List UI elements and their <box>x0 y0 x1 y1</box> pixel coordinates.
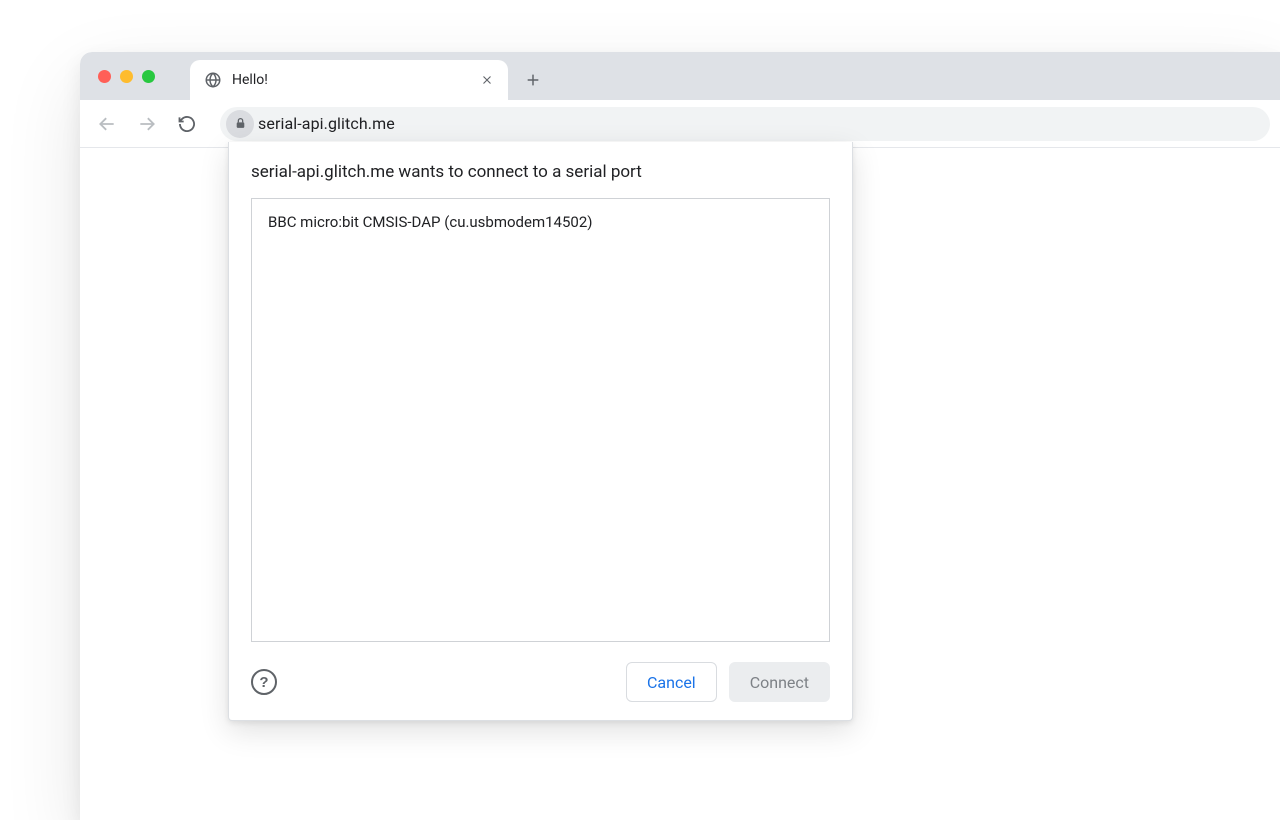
nav-back-button[interactable] <box>90 107 124 141</box>
address-bar-url: serial-api.glitch.me <box>258 114 395 133</box>
close-icon <box>481 74 493 86</box>
serial-port-chooser-dialog: serial-api.glitch.me wants to connect to… <box>228 142 853 721</box>
window-controls <box>98 70 155 83</box>
address-bar[interactable]: serial-api.glitch.me <box>220 107 1270 141</box>
plus-icon <box>525 72 541 88</box>
tab-title: Hello! <box>232 72 478 88</box>
serial-port-list[interactable]: BBC micro:bit CMSIS-DAP (cu.usbmodem1450… <box>251 198 830 642</box>
cancel-button-label: Cancel <box>647 673 696 692</box>
globe-icon <box>204 71 222 89</box>
nav-forward-button[interactable] <box>130 107 164 141</box>
window-minimize-button[interactable] <box>120 70 133 83</box>
reload-button[interactable] <box>170 107 204 141</box>
connect-button-label: Connect <box>750 673 809 692</box>
help-icon: ? <box>259 674 268 691</box>
window-zoom-button[interactable] <box>142 70 155 83</box>
toolbar: serial-api.glitch.me <box>80 100 1280 148</box>
dialog-heading: serial-api.glitch.me wants to connect to… <box>251 162 830 182</box>
browser-window: Hello! <box>80 52 1280 820</box>
lock-icon <box>234 117 247 130</box>
arrow-right-icon <box>137 114 157 134</box>
arrow-left-icon <box>97 114 117 134</box>
tab-close-button[interactable] <box>478 71 496 89</box>
dialog-footer: ? Cancel Connect <box>251 662 830 702</box>
serial-port-item[interactable]: BBC micro:bit CMSIS-DAP (cu.usbmodem1450… <box>252 199 829 245</box>
reload-icon <box>177 114 197 134</box>
window-close-button[interactable] <box>98 70 111 83</box>
new-tab-button[interactable] <box>518 65 548 95</box>
tab-strip: Hello! <box>80 52 1280 100</box>
connect-button[interactable]: Connect <box>729 662 830 702</box>
help-button[interactable]: ? <box>251 669 277 695</box>
browser-tab[interactable]: Hello! <box>190 60 508 100</box>
cancel-button[interactable]: Cancel <box>626 662 717 702</box>
site-info-button[interactable] <box>226 110 254 138</box>
